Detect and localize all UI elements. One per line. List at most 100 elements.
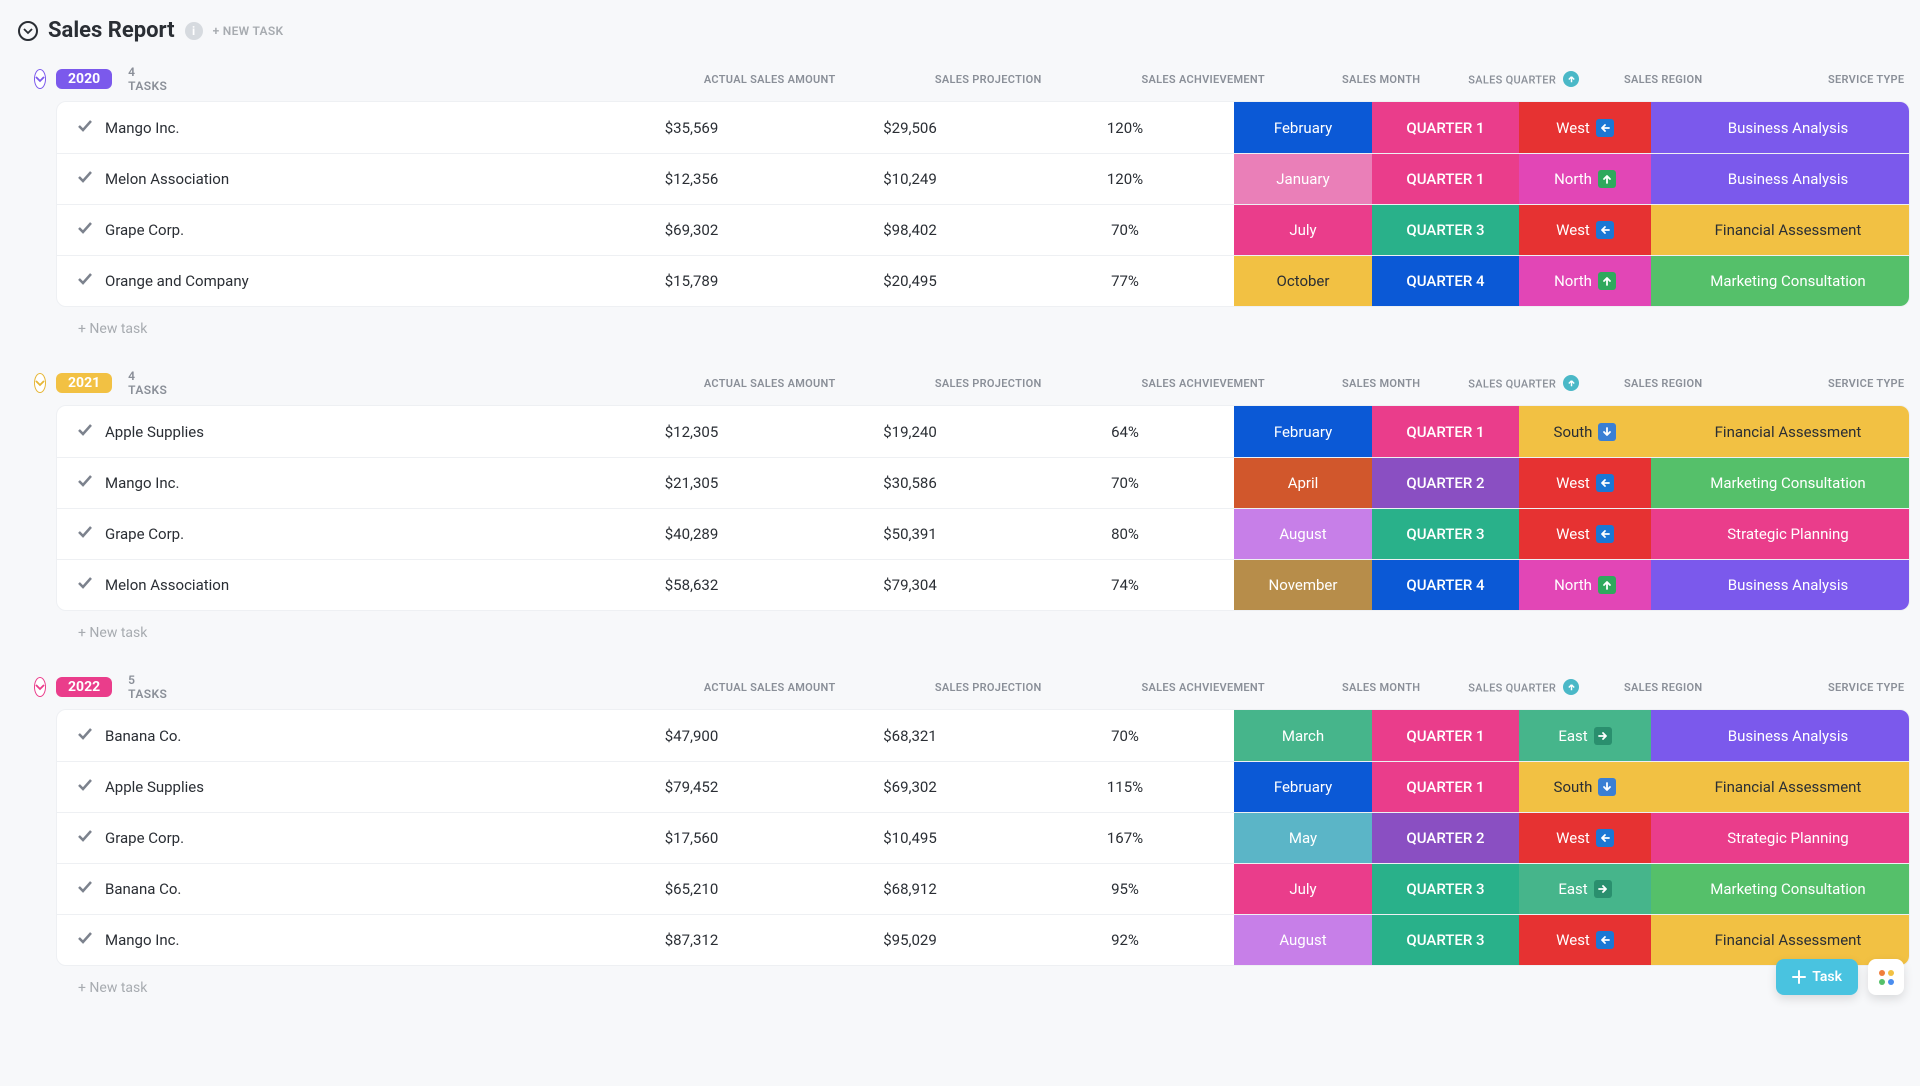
cell-projection[interactable]: $10,249 [804, 154, 1016, 204]
cell-region[interactable]: East [1519, 710, 1651, 761]
cell-region[interactable]: West [1519, 509, 1651, 559]
cell-achievement[interactable]: 95% [1016, 864, 1234, 914]
cell-region[interactable]: South [1519, 406, 1651, 457]
cell-achievement[interactable]: 115% [1016, 762, 1234, 812]
cell-region[interactable]: West [1519, 813, 1651, 863]
cell-quarter[interactable]: QUARTER 3 [1372, 864, 1519, 914]
cell-actual[interactable]: $47,900 [579, 710, 804, 761]
col-achievement[interactable]: SALES ACHVIEVEMENT [1094, 73, 1312, 86]
col-actual[interactable]: ACTUAL SALES AMOUNT [657, 73, 882, 86]
cell-quarter[interactable]: QUARTER 1 [1372, 762, 1519, 812]
check-icon[interactable] [77, 118, 93, 138]
cell-projection[interactable]: $95,029 [804, 915, 1016, 965]
table-row[interactable]: Banana Co. $47,900 $68,321 70% March QUA… [57, 710, 1909, 761]
cell-region[interactable]: North [1519, 256, 1651, 306]
group-collapse-icon[interactable] [34, 373, 46, 393]
check-icon[interactable] [77, 726, 93, 746]
cell-quarter[interactable]: QUARTER 2 [1372, 813, 1519, 863]
col-quarter[interactable]: SALES QUARTER [1450, 679, 1597, 695]
new-task-row-button[interactable]: + New task [10, 307, 1910, 337]
cell-projection[interactable]: $68,321 [804, 710, 1016, 761]
col-region[interactable]: SALES REGION [1597, 681, 1729, 694]
info-icon[interactable]: i [185, 22, 203, 40]
check-icon[interactable] [77, 169, 93, 189]
check-icon[interactable] [77, 220, 93, 240]
cell-service[interactable]: Business Analysis [1651, 710, 1910, 761]
col-projection[interactable]: SALES PROJECTION [882, 377, 1094, 390]
cell-month[interactable]: March [1234, 710, 1372, 761]
cell-service[interactable]: Marketing Consultation [1651, 458, 1910, 508]
cell-month[interactable]: July [1234, 205, 1372, 255]
col-month[interactable]: SALES MONTH [1312, 377, 1450, 390]
cell-service[interactable]: Financial Assessment [1651, 205, 1910, 255]
cell-achievement[interactable]: 70% [1016, 710, 1234, 761]
cell-projection[interactable]: $79,304 [804, 560, 1016, 610]
col-region[interactable]: SALES REGION [1597, 377, 1729, 390]
check-icon[interactable] [77, 271, 93, 291]
cell-region[interactable]: West [1519, 915, 1651, 965]
floating-task-button[interactable]: Task [1776, 959, 1858, 995]
col-service[interactable]: SERVICE TYPE [1729, 377, 1920, 390]
table-row[interactable]: Mango Inc. $87,312 $95,029 92% August QU… [57, 914, 1909, 965]
sort-asc-icon[interactable] [1563, 679, 1579, 695]
new-task-row-button[interactable]: + New task [10, 611, 1910, 641]
table-row[interactable]: Apple Supplies $12,305 $19,240 64% Febru… [57, 406, 1909, 457]
cell-service[interactable]: Strategic Planning [1651, 509, 1910, 559]
cell-achievement[interactable]: 64% [1016, 406, 1234, 457]
col-month[interactable]: SALES MONTH [1312, 681, 1450, 694]
check-icon[interactable] [77, 524, 93, 544]
table-row[interactable]: Melon Association $12,356 $10,249 120% J… [57, 153, 1909, 204]
cell-month[interactable]: November [1234, 560, 1372, 610]
cell-month[interactable]: April [1234, 458, 1372, 508]
cell-actual[interactable]: $17,560 [579, 813, 804, 863]
cell-actual[interactable]: $21,305 [579, 458, 804, 508]
cell-quarter[interactable]: QUARTER 4 [1372, 256, 1519, 306]
col-region[interactable]: SALES REGION [1597, 73, 1729, 86]
cell-service[interactable]: Marketing Consultation [1651, 256, 1910, 306]
table-row[interactable]: Banana Co. $65,210 $68,912 95% July QUAR… [57, 863, 1909, 914]
cell-achievement[interactable]: 120% [1016, 102, 1234, 153]
cell-achievement[interactable]: 92% [1016, 915, 1234, 965]
cell-projection[interactable]: $69,302 [804, 762, 1016, 812]
cell-projection[interactable]: $10,495 [804, 813, 1016, 863]
cell-achievement[interactable]: 167% [1016, 813, 1234, 863]
sort-asc-icon[interactable] [1563, 71, 1579, 87]
cell-actual[interactable]: $69,302 [579, 205, 804, 255]
cell-region[interactable]: West [1519, 102, 1651, 153]
cell-achievement[interactable]: 77% [1016, 256, 1234, 306]
cell-month[interactable]: February [1234, 406, 1372, 457]
col-quarter[interactable]: SALES QUARTER [1450, 71, 1597, 87]
col-actual[interactable]: ACTUAL SALES AMOUNT [657, 681, 882, 694]
check-icon[interactable] [77, 777, 93, 797]
cell-region[interactable]: South [1519, 762, 1651, 812]
check-icon[interactable] [77, 422, 93, 442]
check-icon[interactable] [77, 575, 93, 595]
cell-region[interactable]: West [1519, 458, 1651, 508]
cell-projection[interactable]: $29,506 [804, 102, 1016, 153]
new-task-row-button[interactable]: + New task [10, 966, 1910, 996]
cell-quarter[interactable]: QUARTER 1 [1372, 406, 1519, 457]
col-month[interactable]: SALES MONTH [1312, 73, 1450, 86]
cell-projection[interactable]: $68,912 [804, 864, 1016, 914]
cell-month[interactable]: February [1234, 102, 1372, 153]
cell-achievement[interactable]: 80% [1016, 509, 1234, 559]
cell-actual[interactable]: $40,289 [579, 509, 804, 559]
cell-region[interactable]: North [1519, 560, 1651, 610]
cell-quarter[interactable]: QUARTER 3 [1372, 205, 1519, 255]
cell-projection[interactable]: $20,495 [804, 256, 1016, 306]
cell-actual[interactable]: $15,789 [579, 256, 804, 306]
col-quarter[interactable]: SALES QUARTER [1450, 375, 1597, 391]
cell-achievement[interactable]: 120% [1016, 154, 1234, 204]
cell-month[interactable]: August [1234, 915, 1372, 965]
cell-service[interactable]: Business Analysis [1651, 154, 1910, 204]
cell-actual[interactable]: $65,210 [579, 864, 804, 914]
new-task-top-button[interactable]: + NEW TASK [213, 24, 284, 38]
col-actual[interactable]: ACTUAL SALES AMOUNT [657, 377, 882, 390]
check-icon[interactable] [77, 879, 93, 899]
cell-service[interactable]: Marketing Consultation [1651, 864, 1910, 914]
cell-region[interactable]: East [1519, 864, 1651, 914]
cell-quarter[interactable]: QUARTER 1 [1372, 154, 1519, 204]
cell-actual[interactable]: $12,305 [579, 406, 804, 457]
year-badge[interactable]: 2020 [56, 69, 112, 89]
cell-quarter[interactable]: QUARTER 4 [1372, 560, 1519, 610]
